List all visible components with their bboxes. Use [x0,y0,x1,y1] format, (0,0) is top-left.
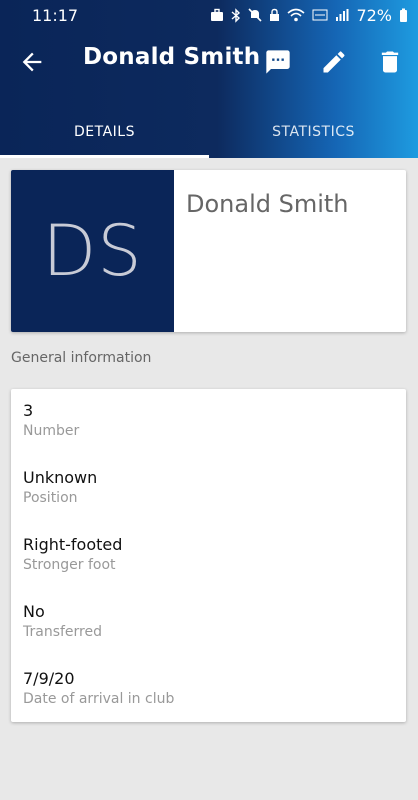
avatar-initials: DS [42,210,143,292]
lock-icon [270,8,280,21]
info-label: Transferred [23,624,102,640]
mute-icon [248,8,263,22]
info-label: Stronger foot [23,557,116,573]
page-title: Donald Smith [83,44,261,70]
info-row-date-of-arrival: 7/9/20 Date of arrival in club [23,669,174,719]
bluetooth-icon [231,7,241,23]
wifi-icon [287,8,305,22]
status-bar: 11:17 72% [0,0,418,30]
tab-details[interactable]: DETAILS [0,106,209,158]
tab-statistics-label: STATISTICS [272,124,355,140]
info-value: Right-footed [23,535,123,554]
volte-icon [312,9,328,21]
signal-icon [336,9,349,21]
tab-indicator [0,155,209,158]
info-row-number: 3 Number [23,401,79,451]
app-bar: 11:17 72% Donald Smith DETAILS STATISTIC… [0,0,418,158]
info-value: Unknown [23,468,98,487]
battery-percent: 72% [356,5,392,25]
tab-details-label: DETAILS [74,124,135,140]
tab-statistics[interactable]: STATISTICS [209,106,418,158]
info-label: Position [23,490,78,506]
info-value: No [23,602,45,621]
edit-icon[interactable] [320,48,348,76]
tab-bar: DETAILS STATISTICS [0,106,418,158]
info-row-stronger-foot: Right-footed Stronger foot [23,535,122,585]
info-value: 3 [23,401,34,420]
back-arrow-icon[interactable] [18,48,46,76]
info-label: Number [23,423,80,439]
info-row-transferred: No Transferred [23,602,102,652]
info-label: Date of arrival in club [23,691,175,707]
message-icon[interactable] [264,48,292,76]
briefcase-icon [211,8,224,21]
profile-card: DS Donald Smith [11,170,406,332]
avatar: DS [11,170,174,332]
status-time: 11:17 [32,5,79,25]
toolbar: Donald Smith [0,38,418,84]
status-icons: 72% [210,6,408,25]
battery-icon [400,8,407,22]
info-value: 7/9/20 [23,669,75,688]
general-info-card: 3 Number Unknown Position Right-footed S… [11,389,406,722]
info-row-position: Unknown Position [23,468,97,518]
player-name: Donald Smith [186,190,349,218]
section-title-general-information: General information [11,350,152,366]
delete-icon[interactable] [376,48,404,76]
